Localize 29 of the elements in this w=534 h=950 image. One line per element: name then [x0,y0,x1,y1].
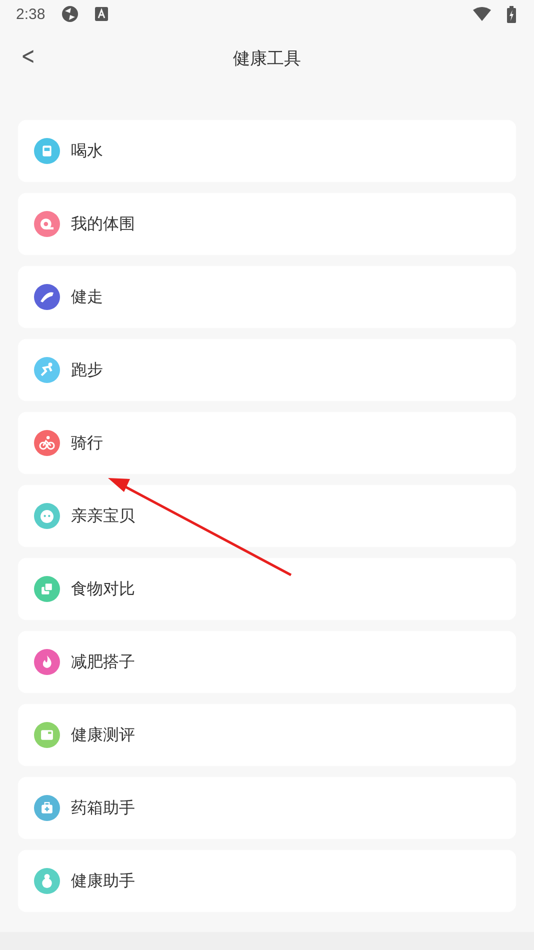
tool-icon [34,868,60,894]
tool-item[interactable]: 药箱助手 [18,777,516,839]
tool-item[interactable]: 减肥搭子 [18,631,516,693]
tool-item[interactable]: 跑步 [18,339,516,401]
tool-item[interactable]: 健康助手 [18,850,516,912]
tool-icon [34,284,60,310]
tool-item[interactable]: 健康测评 [18,704,516,766]
tool-item[interactable]: 健走 [18,266,516,328]
tool-icon [34,503,60,529]
sync-icon [61,5,80,23]
battery-icon [507,6,516,22]
tool-item[interactable]: 食物对比 [18,558,516,620]
tool-icon [34,576,60,602]
tool-icon [34,430,60,456]
tool-icon [34,357,60,383]
tool-icon [34,795,60,821]
tool-item[interactable]: 我的体围 [18,193,516,255]
tool-icon [34,211,60,237]
tool-icon [34,722,60,748]
tool-item[interactable]: 亲亲宝贝 [18,485,516,547]
tool-icon [34,649,60,675]
wifi-icon [473,7,491,21]
tool-item[interactable]: 骑行 [18,412,516,474]
tool-icon [34,138,60,164]
status-time: 2:38 [16,6,46,22]
page-title: 健康工具 [233,48,301,70]
back-button[interactable]: < [16,42,40,70]
tool-item[interactable]: 喝水 [18,120,516,182]
keyboard-icon [95,7,108,21]
